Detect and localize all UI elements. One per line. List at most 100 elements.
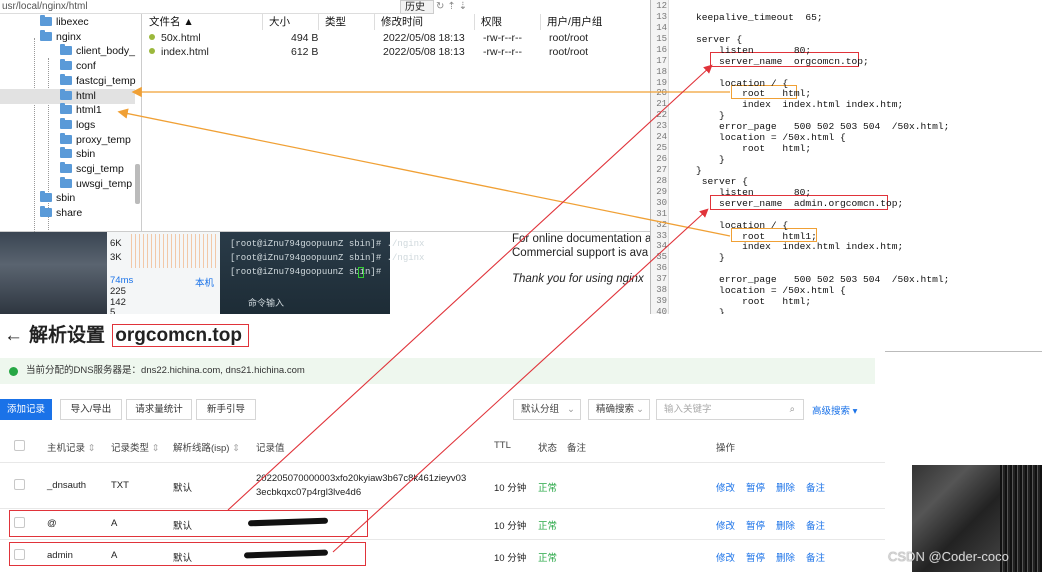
refresh-icon[interactable]: ↻	[436, 1, 447, 12]
file-perm: -rw-r--r--	[483, 32, 523, 44]
code-line: root html;	[673, 296, 812, 308]
record-host: _dnsauth	[47, 480, 87, 491]
tree-item-label: sbin	[76, 148, 96, 161]
watermark: CSDN @Coder-coco	[888, 549, 1009, 564]
tree-item-label: scgi_temp	[76, 163, 124, 175]
line-number: 27	[656, 164, 667, 175]
pause-link[interactable]: 暂停	[746, 518, 765, 532]
code-line: error_page 500 502 503 504 /50x.html;	[673, 274, 950, 286]
col-filename[interactable]: 文件名 ▲	[143, 14, 263, 30]
file-name: index.html	[161, 46, 209, 58]
code-line: listen 80;	[673, 186, 812, 198]
tree-item-proxy-temp[interactable]: proxy_temp	[0, 132, 135, 148]
terminal[interactable]: [root@iZnu794goopuunZ sbin]# ./nginx [ro…	[220, 232, 424, 314]
tree-scrollbar[interactable]	[135, 164, 140, 204]
guide-button[interactable]: 新手引导	[196, 399, 256, 420]
line-number: 36	[656, 263, 667, 274]
search-icon[interactable]: ⌕	[790, 400, 795, 419]
code-line: }	[673, 164, 702, 176]
delete-link[interactable]: 删除	[776, 518, 795, 532]
note-link[interactable]: 备注	[806, 480, 825, 494]
file-size: 612 B	[291, 46, 319, 58]
tree-item-label: libexec	[56, 16, 89, 28]
tree-item-uwsgi-temp[interactable]: uwsgi_temp	[0, 176, 135, 192]
note-link[interactable]: 备注	[806, 550, 825, 564]
download-icon[interactable]: ⇣	[459, 1, 470, 12]
col-type[interactable]: 记录类型 ⇕	[111, 440, 160, 454]
file-row[interactable]: index.html 612 B 2022/05/08 18:13 -rw-r-…	[143, 45, 660, 59]
col-perm[interactable]: 权限	[475, 14, 541, 30]
tree-item-logs[interactable]: logs	[0, 117, 135, 133]
code-line: server_name admin.orgcomcn.top;	[673, 197, 904, 209]
tree-item-fastcgi-temp[interactable]: fastcgi_temp	[0, 73, 136, 89]
line-number: 34	[656, 241, 667, 252]
line-number: 30	[656, 197, 667, 208]
nginx-text: Thank you for using nginx	[512, 273, 644, 285]
pause-link[interactable]: 暂停	[746, 480, 765, 494]
page-title: ← 解析设置 orgcomcn.top	[4, 320, 249, 347]
note-link[interactable]: 备注	[806, 518, 825, 532]
command-input[interactable]: 命令输入	[248, 296, 284, 309]
code-line: location / {	[673, 219, 789, 231]
col-type[interactable]: 类型	[319, 14, 375, 30]
monitor-value: 3K	[110, 252, 122, 263]
import-export-button[interactable]: 导入/导出	[60, 399, 122, 420]
col-mtime[interactable]: 修改时间	[375, 14, 475, 30]
line-number: 15	[656, 33, 667, 44]
arrow-left-icon[interactable]: ←	[4, 325, 23, 346]
delete-link[interactable]: 删除	[776, 550, 795, 564]
code-line: server {	[673, 33, 743, 45]
group-select[interactable]: 默认分组 ⌄	[513, 399, 581, 420]
line-number: 12	[656, 1, 667, 11]
resource-monitor: 6K 3K 74ms 本机 225 142 5	[107, 232, 220, 318]
line-number: 32	[656, 219, 667, 230]
code-line: server {	[673, 175, 748, 187]
add-record-button[interactable]: 添加记录	[0, 399, 52, 420]
html-file-icon	[149, 34, 155, 40]
select-all-checkbox[interactable]	[14, 440, 25, 451]
background-strip	[885, 352, 1042, 465]
advanced-search-link[interactable]: 高级搜索 ▾	[812, 403, 857, 417]
tree-item-nginx[interactable]: nginx	[0, 29, 135, 45]
tree-item-client-body-[interactable]: client_body_	[0, 44, 135, 59]
tree-item-html1[interactable]: html1	[0, 103, 135, 118]
line-number: 24	[656, 132, 667, 143]
tree-item-sbin[interactable]: sbin	[0, 191, 135, 206]
request-stats-button[interactable]: 请求量统计	[126, 399, 192, 420]
nginx-conf-editor[interactable]: 12 13 keepalive_timeout 65; 14 15 server {1…	[650, 0, 1042, 352]
col-owner[interactable]: 用户/用户组	[541, 14, 621, 30]
pause-link[interactable]: 暂停	[746, 550, 765, 564]
file-perm: -rw-r--r--	[483, 46, 523, 58]
tree-item-conf[interactable]: conf	[0, 59, 135, 74]
upload-icon[interactable]: ⇡	[447, 1, 458, 12]
history-button[interactable]: 历史	[400, 0, 434, 14]
line-number: 26	[656, 154, 667, 165]
desktop-wallpaper	[0, 232, 107, 314]
tree-item-sbin[interactable]: sbin	[0, 147, 135, 162]
tree-item-scgi-temp[interactable]: scgi_temp	[0, 162, 135, 177]
edit-link[interactable]: 修改	[716, 550, 735, 564]
col-size[interactable]: 大小	[263, 14, 319, 30]
delete-link[interactable]: 删除	[776, 480, 795, 494]
advanced-search-label: 高级搜索	[812, 406, 851, 417]
file-row[interactable]: 50x.html 494 B 2022/05/08 18:13 -rw-r--r…	[143, 31, 660, 45]
col-note: 备注	[567, 443, 587, 454]
path-bar[interactable]: usr/local/nginx/html	[0, 0, 400, 14]
tree-item-html[interactable]: html	[0, 88, 135, 104]
col-host[interactable]: 主机记录 ⇕	[47, 440, 96, 454]
col-line[interactable]: 解析线路(isp) ⇕	[173, 440, 240, 454]
folder-icon	[60, 88, 72, 100]
edit-link[interactable]: 修改	[716, 480, 735, 494]
line-number: 13	[656, 11, 667, 22]
row-checkbox[interactable]	[14, 479, 25, 490]
record-status: 正常	[538, 521, 558, 532]
tree-item-libexec[interactable]: libexec	[0, 15, 135, 30]
nginx-text: Commercial support is ava	[512, 247, 649, 259]
tree-item-share[interactable]: share	[0, 206, 135, 221]
code-line: root html;	[673, 143, 812, 155]
search-type-select[interactable]: 精确搜索 ⌄	[588, 399, 650, 420]
code-line: root html1;	[673, 230, 817, 242]
search-input[interactable]: 输入关键字 ⌕	[656, 399, 804, 420]
edit-link[interactable]: 修改	[716, 518, 735, 532]
line-number: 22	[656, 110, 667, 121]
